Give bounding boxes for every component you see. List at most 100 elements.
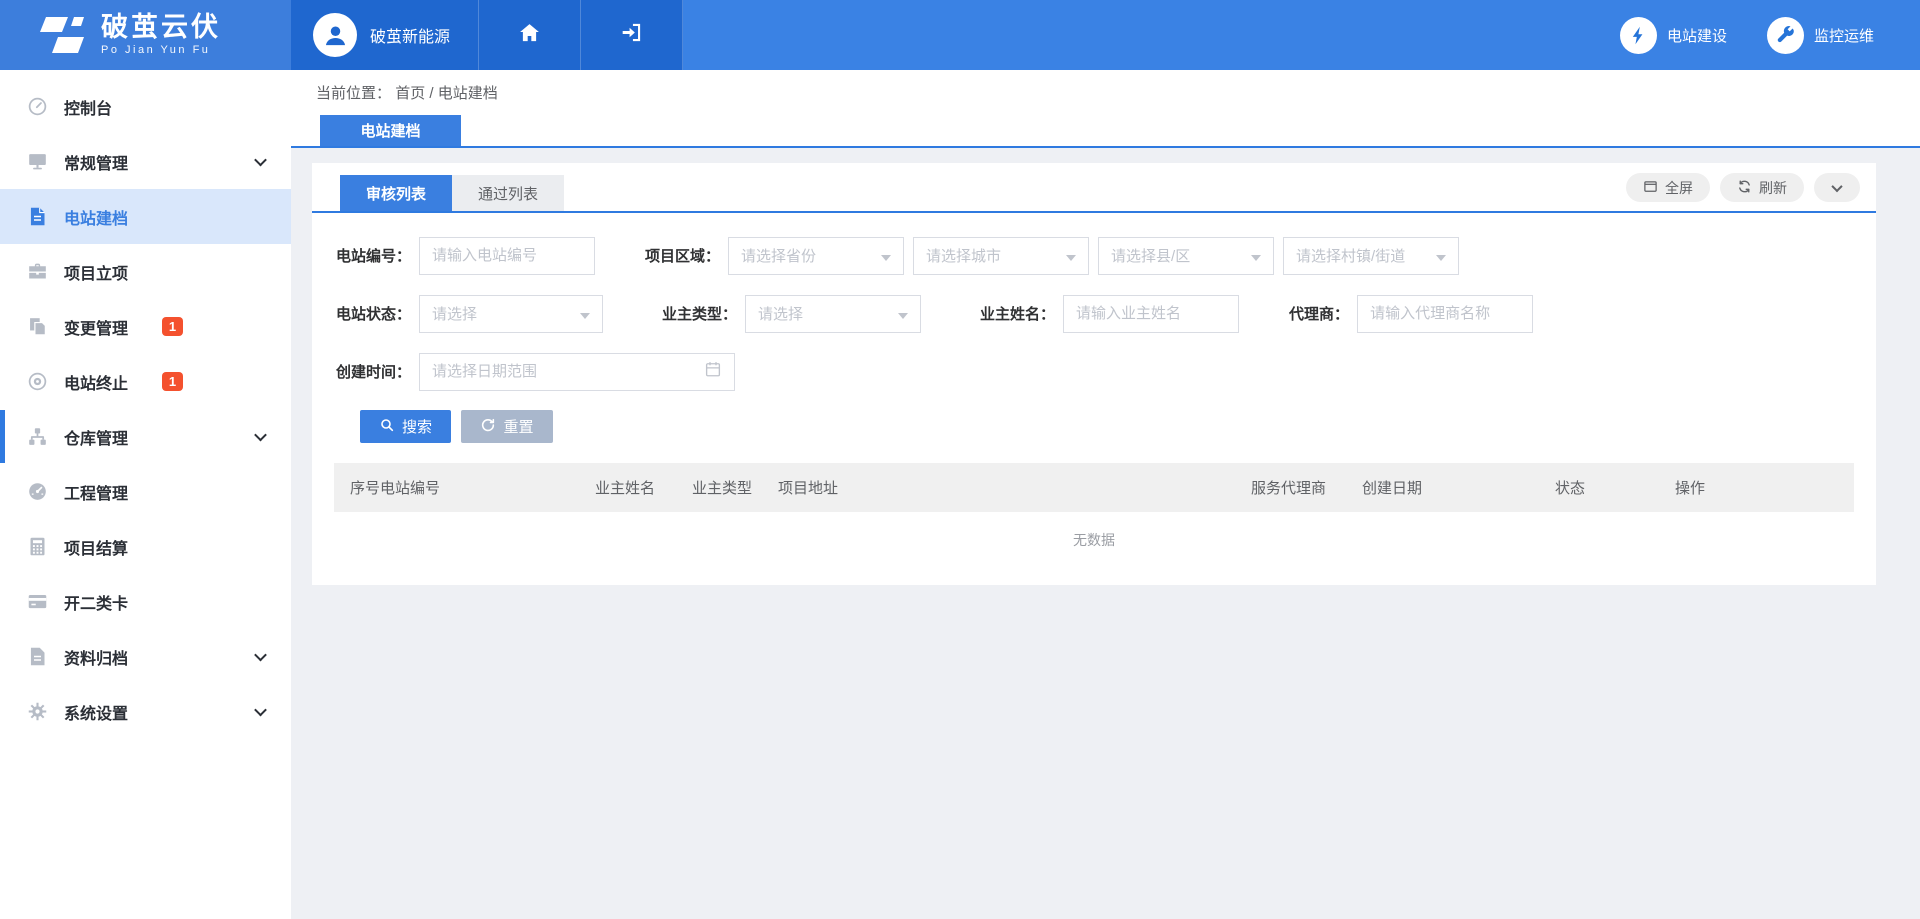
- reset-button[interactable]: 重置: [461, 410, 553, 443]
- sidebar: 控制台 常规管理 电站建档 项目立项 变更管理 1 电站终止 1 仓库管理 工程…: [0, 70, 291, 919]
- fullscreen-button[interactable]: 全屏: [1626, 173, 1710, 202]
- station-no-input[interactable]: [419, 237, 595, 275]
- owner-name-label: 业主姓名：: [980, 303, 1055, 324]
- sidebar-item-warehouse-management[interactable]: 仓库管理: [0, 409, 291, 464]
- tab-passed-list[interactable]: 通过列表: [452, 175, 564, 211]
- fullscreen-icon: [1643, 179, 1658, 197]
- sidebar-item-change-management[interactable]: 变更管理 1: [0, 299, 291, 354]
- date-range-input[interactable]: [432, 363, 704, 380]
- col-status: 状态: [1555, 477, 1675, 498]
- owner-type-select[interactable]: 请选择: [745, 295, 921, 333]
- refresh-label: 刷新: [1759, 178, 1787, 198]
- sidebar-item-station-termination[interactable]: 电站终止 1: [0, 354, 291, 409]
- dashboard-icon: [26, 96, 48, 118]
- results-table: 序号 电站编号 业主姓名 业主类型 项目地址 服务代理商 创建日期 状态 操作 …: [334, 463, 1854, 568]
- notification-badge: 1: [162, 317, 183, 336]
- calendar-icon: [704, 360, 722, 383]
- sidebar-item-system-settings[interactable]: 系统设置: [0, 684, 291, 739]
- file-icon: [26, 646, 48, 668]
- lightning-icon: [1620, 17, 1657, 54]
- home-button[interactable]: [479, 0, 581, 70]
- logo-subtitle: Po Jian Yun Fu: [101, 45, 221, 57]
- sidebar-item-label: 资料归档: [64, 645, 128, 669]
- sidebar-item-label: 仓库管理: [64, 425, 128, 449]
- app-logo: 破茧云伏 Po Jian Yun Fu: [0, 0, 291, 70]
- station-no-label: 电站编号：: [336, 245, 411, 266]
- owner-name-input[interactable]: [1063, 295, 1239, 333]
- sidebar-item-data-archive[interactable]: 资料归档: [0, 629, 291, 684]
- calculator-icon: [26, 536, 48, 558]
- col-service-agent: 服务代理商: [1251, 477, 1362, 498]
- col-actions: 操作: [1675, 477, 1854, 498]
- search-label: 搜索: [402, 416, 432, 437]
- sidebar-item-general-management[interactable]: 常规管理: [0, 134, 291, 189]
- chevron-down-icon: [254, 428, 267, 441]
- station-status-value: 请选择: [432, 303, 477, 324]
- empty-state: 无数据: [334, 512, 1854, 568]
- wrench-icon: [1767, 17, 1804, 54]
- sidebar-item-label: 电站终止: [64, 370, 128, 394]
- col-create-date: 创建日期: [1362, 477, 1555, 498]
- breadcrumb: 当前位置： 首页 / 电站建档: [316, 82, 498, 103]
- logo-title: 破茧云伏: [101, 13, 221, 41]
- owner-type-label: 业主类型：: [662, 303, 737, 324]
- city-select[interactable]: 请选择城市: [913, 237, 1089, 275]
- chevron-down-icon: [254, 703, 267, 716]
- sidebar-item-label: 电站建档: [64, 205, 128, 229]
- county-select-value: 请选择县/区: [1111, 245, 1190, 266]
- topbar: 破茧云伏 Po Jian Yun Fu 破茧新能源 电站建设: [0, 0, 1920, 70]
- main-content: 审核列表 通过列表 全屏 刷新 电站编号： 项目区域：: [291, 150, 1920, 919]
- sidebar-item-console[interactable]: 控制台: [0, 79, 291, 134]
- nav-station-build[interactable]: 电站建设: [1620, 17, 1727, 54]
- town-select[interactable]: 请选择村镇/街道: [1283, 237, 1459, 275]
- reset-label: 重置: [503, 416, 533, 437]
- station-status-select[interactable]: 请选择: [419, 295, 603, 333]
- home-icon: [518, 21, 541, 49]
- gear-icon: [26, 701, 48, 723]
- refresh-button[interactable]: 刷新: [1720, 173, 1804, 202]
- sidebar-item-label: 工程管理: [64, 480, 128, 504]
- sidebar-item-project-settlement[interactable]: 项目结算: [0, 519, 291, 574]
- breadcrumb-path[interactable]: 首页 / 电站建档: [395, 85, 498, 102]
- date-range-picker[interactable]: [419, 353, 735, 391]
- search-button[interactable]: 搜索: [360, 410, 451, 443]
- town-select-value: 请选择村镇/街道: [1296, 245, 1405, 266]
- page-tab-station-archive[interactable]: 电站建档: [320, 115, 461, 146]
- logout-button[interactable]: [581, 0, 683, 70]
- breadcrumb-bar: 当前位置： 首页 / 电站建档 电站建档: [291, 70, 1920, 148]
- sidebar-item-card-opening[interactable]: 开二类卡: [0, 574, 291, 629]
- station-status-label: 电站状态：: [336, 303, 411, 324]
- gauge-icon: [26, 481, 48, 503]
- reset-icon: [480, 417, 496, 437]
- refresh-icon: [1737, 179, 1752, 197]
- nav-monitor-ops[interactable]: 监控运维: [1767, 17, 1874, 54]
- sitemap-icon: [26, 426, 48, 448]
- sidebar-item-project-initiation[interactable]: 项目立项: [0, 244, 291, 299]
- document-icon: [26, 206, 48, 228]
- fullscreen-label: 全屏: [1665, 178, 1693, 198]
- chevron-down-icon: [1831, 180, 1842, 191]
- station-archive-panel: 审核列表 通过列表 全屏 刷新 电站编号： 项目区域：: [312, 163, 1876, 585]
- county-select[interactable]: 请选择县/区: [1098, 237, 1274, 275]
- tab-review-list[interactable]: 审核列表: [340, 175, 452, 211]
- topbar-nav: 电站建设 监控运维: [1620, 0, 1920, 70]
- col-index: 序号: [350, 477, 380, 498]
- panel-tab-bar: 审核列表 通过列表 全屏 刷新: [312, 163, 1876, 213]
- sidebar-item-engineering-management[interactable]: 工程管理: [0, 464, 291, 519]
- sidebar-item-label: 开二类卡: [64, 590, 128, 614]
- col-station-no: 电站编号: [380, 477, 595, 498]
- sidebar-item-label: 常规管理: [64, 150, 128, 174]
- filter-form: 电站编号： 项目区域： 请选择省份 请选择城市 请选择县/区 请选择村镇/街道 …: [312, 213, 1876, 443]
- province-select[interactable]: 请选择省份: [728, 237, 904, 275]
- sidebar-item-station-archive[interactable]: 电站建档: [0, 189, 291, 244]
- topbar-session-group: 破茧新能源: [291, 0, 683, 70]
- notification-badge: 1: [162, 372, 183, 391]
- col-owner-name: 业主姓名: [595, 477, 692, 498]
- chevron-down-icon: [254, 153, 267, 166]
- user-menu[interactable]: 破茧新能源: [291, 0, 479, 70]
- col-project-address: 项目地址: [778, 477, 1251, 498]
- sidebar-item-label: 变更管理: [64, 315, 128, 339]
- agent-input[interactable]: [1357, 295, 1533, 333]
- panel-toolbar: 全屏 刷新: [1626, 173, 1860, 202]
- collapse-filters-button[interactable]: [1814, 173, 1860, 202]
